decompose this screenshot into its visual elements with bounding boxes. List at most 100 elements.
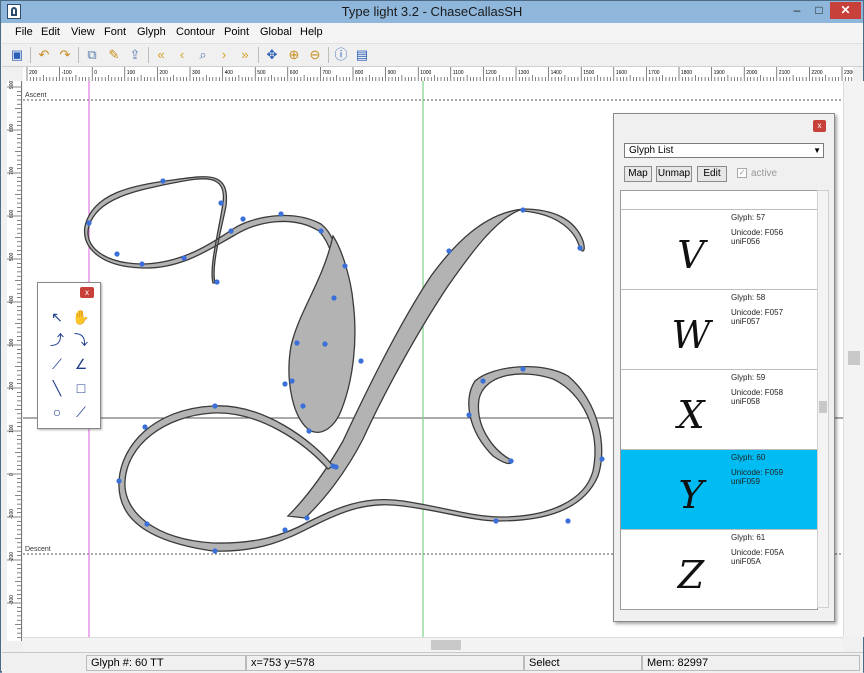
ruler-label: 1800 [681,70,692,76]
menu-global[interactable]: Global [260,26,292,38]
ruler-label: 900 [388,70,397,76]
ruler-label: 400 [9,295,15,304]
ruler-label: 200 [9,381,15,390]
glyph-name: uniF058 [731,397,760,406]
glyph-list-row[interactable]: Glyph: 59 Unicode: F058 uniF058 X [621,370,817,450]
first-glyph-icon[interactable]: « [152,46,170,64]
smooth-curve-tool-icon[interactable]: ⤵ [72,331,90,349]
title-bar[interactable]: Type light 3.2 - ChaseCallasSH – □ ✕ [1,1,863,23]
panel-icon[interactable]: ▤ [353,46,371,64]
pointer-tool-icon[interactable]: ↖ [48,308,66,326]
glyph-number: Glyph: 57 [731,213,766,222]
menu-file[interactable]: File [15,26,33,38]
menu-help[interactable]: Help [300,26,323,38]
glyph-outline[interactable] [83,176,603,552]
redo-icon[interactable]: ↷ [56,46,74,64]
vertical-ruler: 900 800 700 600 500 400 300 200 100 0 -100 -200 -300 [7,81,22,641]
glyph-number: Glyph: 60 [731,453,766,462]
find-glyph-icon[interactable]: ⌕ [194,46,212,64]
minimize-button[interactable]: – [787,2,807,19]
ruler-label: 300 [9,338,15,347]
vertical-ruler-ticks: 900 800 700 600 500 400 300 200 100 0 -100 -200 -300 [7,81,21,638]
unmap-button[interactable]: Unmap [656,166,692,182]
menu-bar: File Edit View Font Glyph Contour Point … [2,23,863,44]
glyph-row-info: Glyph: 58 Unicode: F057 uniF057 [731,293,783,326]
ruler-label: 1600 [616,70,627,76]
glyph-panel-close-button[interactable]: x [813,120,826,132]
top-right-hook[interactable] [522,208,585,252]
glyph-row-info: Glyph: 60 Unicode: F059 uniF059 [731,453,783,486]
canvas-horizontal-scrollbar[interactable] [23,637,843,652]
menu-point[interactable]: Point [224,26,249,38]
line-tool-icon[interactable]: ╲ [48,379,66,397]
corner-point-tool-icon[interactable]: ⟋ [48,355,66,373]
close-button[interactable]: ✕ [830,2,861,19]
ruler-label: 2100 [779,70,790,76]
upper-left-loop[interactable] [83,176,340,300]
ruler-label: 700 [322,70,331,76]
move-icon[interactable]: ✥ [263,46,281,64]
maximize-button[interactable]: □ [809,2,829,19]
ruler-label: 100 [127,70,136,76]
menu-glyph[interactable]: Glyph [137,26,166,38]
list-type-select[interactable]: Glyph List ▼ [624,143,824,158]
undo-icon[interactable]: ↶ [35,46,53,64]
paste-glyph-icon[interactable]: ✎ [105,46,123,64]
save-icon[interactable]: ▣ [8,46,26,64]
next-glyph-icon[interactable]: › [215,46,233,64]
active-checkbox[interactable]: ✓ [737,168,747,178]
ruler-label: 500 [9,252,15,261]
ruler-label: 800 [355,70,364,76]
hand-tool-icon[interactable]: ✋ [72,308,90,326]
info-icon[interactable]: ⓘ [332,46,350,64]
menu-edit[interactable]: Edit [41,26,60,38]
glyph-name: uniF057 [731,317,760,326]
glyph-list-scroll-thumb[interactable] [819,401,827,413]
prev-glyph-icon[interactable]: ‹ [173,46,191,64]
vertical-scroll-thumb[interactable] [848,351,860,365]
zoom-out-icon[interactable]: ⊖ [306,46,324,64]
tangent-point-tool-icon[interactable]: ∠ [72,355,90,373]
glyph-list-row[interactable]: Glyph: 61 Unicode: F05A uniF05A Z [621,530,817,609]
glyph-list-row-selected[interactable]: Glyph: 60 Unicode: F059 uniF059 Y [621,450,817,530]
glyph-preview: V [677,233,705,277]
canvas-vertical-scrollbar[interactable] [843,81,864,637]
glyph-name: uniF059 [731,477,760,486]
toolbar-separator [328,47,329,63]
curve-point-tool-icon[interactable]: ⤴ [48,331,66,349]
glyph-number: Glyph: 58 [731,293,766,302]
copy-glyph-icon[interactable]: ⧉ [83,46,101,64]
ellipse-tool-icon[interactable]: ○ [48,403,66,421]
glyph-list-row[interactable]: Glyph: 57 Unicode: F056 uniF056 V [621,210,817,290]
status-memory: Mem: 82997 [642,655,860,671]
glyph-preview: Z [677,553,705,597]
tool-palette: x ↖ ✋ ⤴ ⤵ ⟋ ∠ ╲ □ ○ ⟋ [37,282,101,429]
menu-view[interactable]: View [71,26,95,38]
ruler-label: 600 [290,70,299,76]
descent-label: Descent [25,546,51,553]
glyph-unicode: Unicode: F057 [731,308,784,317]
knife-tool-icon[interactable]: ⟋ [72,403,90,421]
toolbar-separator [30,47,31,63]
tool-palette-close-button[interactable]: x [80,287,94,298]
lower-loop-stroke[interactable] [118,366,603,552]
map-button[interactable]: Map [624,166,652,182]
ruler-label: 400 [225,70,234,76]
last-glyph-icon[interactable]: » [236,46,254,64]
ruler-label: 200 [29,70,38,76]
menu-font[interactable]: Font [104,26,126,38]
glyph-list-row-partial[interactable] [621,191,817,210]
ruler-label: 2200 [811,70,822,76]
rectangle-tool-icon[interactable]: □ [72,379,90,397]
menu-contour[interactable]: Contour [176,26,215,38]
zoom-in-icon[interactable]: ⊕ [285,46,303,64]
glyph-list-scrollbar[interactable] [817,190,829,608]
glyph-list-row[interactable]: Glyph: 58 Unicode: F057 uniF057 W [621,290,817,370]
glyph-unicode: Unicode: F058 [731,388,784,397]
edit-button[interactable]: Edit [697,166,727,182]
ruler-label: 600 [9,209,15,218]
export-icon[interactable]: ⇪ [126,46,144,64]
active-label: active [751,168,778,179]
horizontal-scroll-thumb[interactable] [431,640,461,650]
glyph-preview: W [671,313,711,357]
